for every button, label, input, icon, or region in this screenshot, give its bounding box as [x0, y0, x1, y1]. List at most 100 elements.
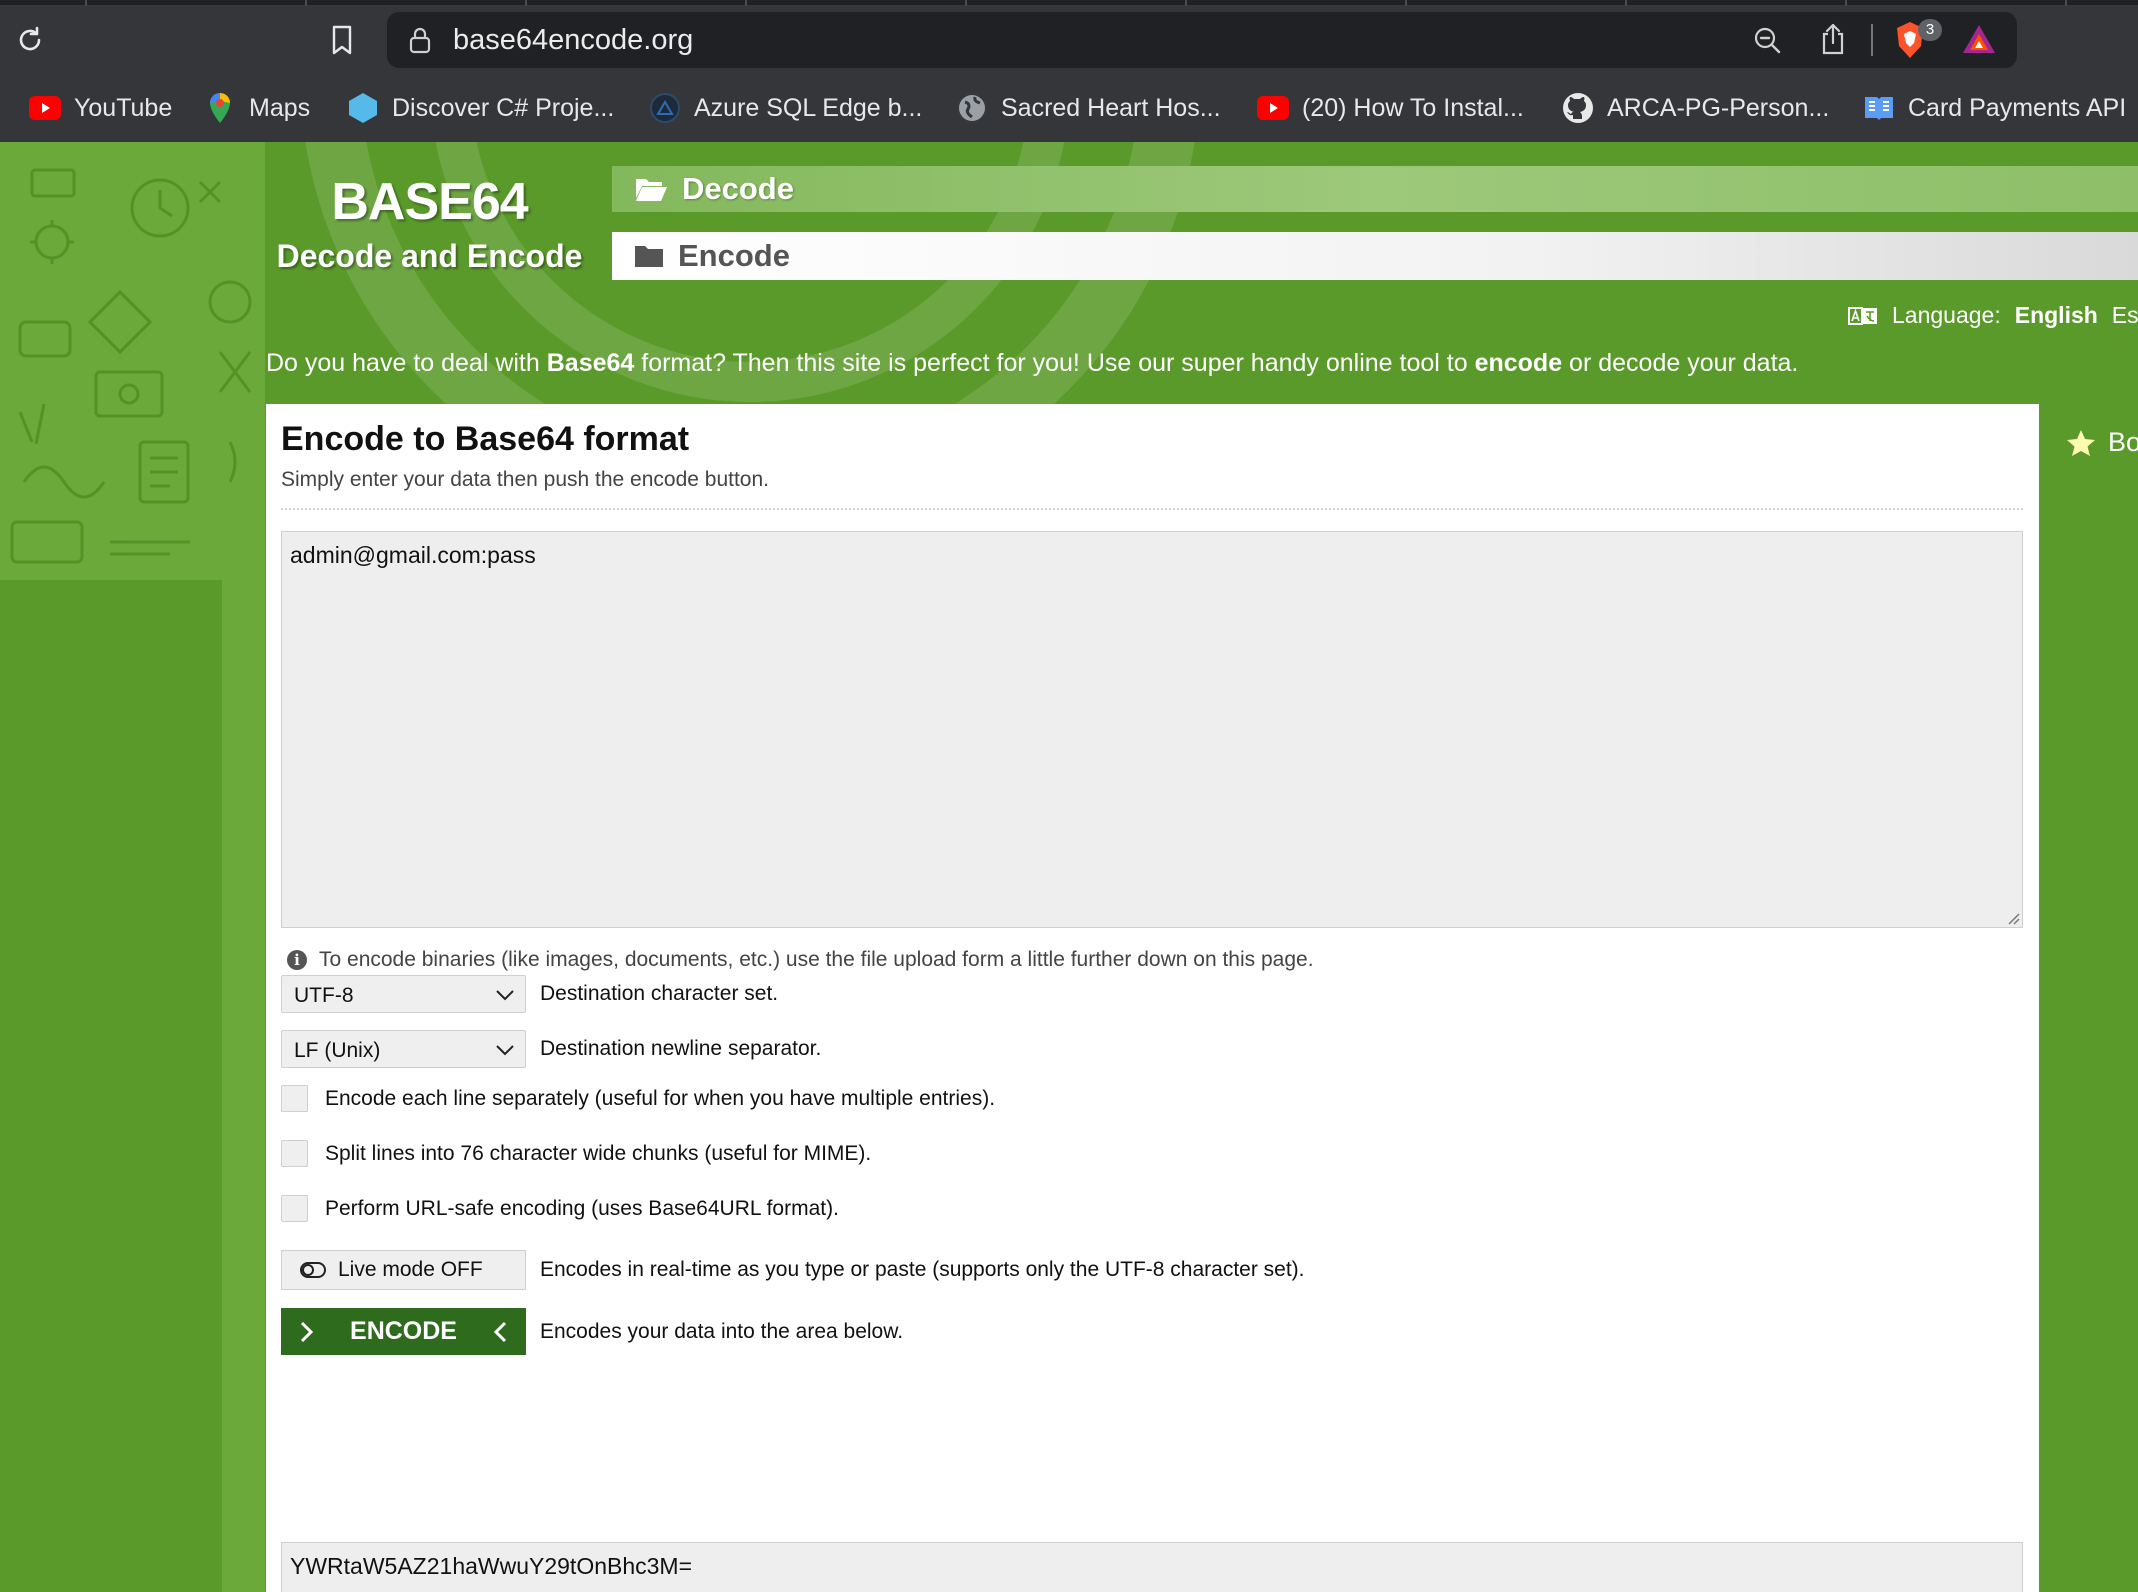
encode-each-line-checkbox[interactable] — [281, 1085, 308, 1112]
site-logo-title[interactable]: BASE64 — [272, 172, 587, 232]
hexagon-icon — [346, 91, 380, 125]
chevron-right-icon — [300, 1321, 314, 1342]
bookmark-icon[interactable] — [328, 24, 356, 56]
encode-button[interactable]: ENCODE — [281, 1308, 526, 1355]
option-row: Split lines into 76 character wide chunk… — [281, 1140, 871, 1167]
bookmark-site-link[interactable]: Bo — [2066, 427, 2138, 458]
chevron-down-icon — [496, 990, 514, 1001]
bookmark-label: Azure SQL Edge b... — [694, 93, 923, 122]
option-label[interactable]: Split lines into 76 character wide chunk… — [325, 1142, 871, 1166]
bookmark-label: YouTube — [74, 93, 173, 122]
translate-icon — [1848, 306, 1877, 325]
divider — [281, 508, 2023, 510]
option-row: Perform URL-safe encoding (uses Base64UR… — [281, 1195, 839, 1222]
web-page: BASE64 Decode and Encode Decode Encode L… — [0, 142, 2138, 1592]
folder-icon — [635, 246, 663, 267]
folder-open-icon — [636, 179, 667, 201]
shields-count-badge: 3 — [1918, 19, 1942, 41]
bookmark-azure-sql-edge[interactable]: Azure SQL Edge b... — [648, 86, 922, 130]
chevron-down-icon — [496, 1045, 514, 1056]
language-switcher: Language: English Es — [1848, 302, 2138, 329]
bookmark-site-label: Bo — [2108, 427, 2138, 457]
newline-label: Destination newline separator. — [540, 1037, 822, 1060]
bookmark-youtube[interactable]: YouTube — [28, 86, 172, 130]
lock-icon — [409, 27, 431, 54]
decorative-doodle-background — [0, 142, 265, 580]
option-label[interactable]: Perform URL-safe encoding (uses Base64UR… — [325, 1197, 839, 1221]
panel-subtitle: Simply enter your data then push the enc… — [281, 468, 769, 491]
intro-part: format? Then this site is perfect for yo… — [634, 349, 1475, 377]
nav-decode-tab[interactable]: Decode — [612, 166, 2138, 212]
nav-encode-tab[interactable]: Encode — [612, 232, 2138, 280]
language-next[interactable]: Es — [2112, 302, 2138, 329]
share-icon[interactable] — [1819, 22, 1847, 56]
azure-icon — [648, 91, 682, 125]
bookmark-maps[interactable]: Maps — [203, 86, 310, 130]
intro-part: or decode your data. — [1562, 349, 1799, 377]
intro-text: Do you have to deal with Base64 format? … — [266, 349, 1798, 378]
github-icon — [1561, 91, 1595, 125]
language-english[interactable]: English — [2015, 302, 2098, 329]
bookmark-arca-pg[interactable]: ARCA-PG-Person... — [1561, 86, 1829, 130]
url-safe-checkbox[interactable] — [281, 1195, 308, 1222]
split-lines-checkbox[interactable] — [281, 1140, 308, 1167]
globe-icon — [955, 91, 989, 125]
charset-select[interactable]: UTF-8 — [281, 975, 526, 1013]
youtube-icon — [28, 91, 62, 125]
charset-row: UTF-8 Destination character set. — [281, 975, 778, 1013]
toolbar-divider — [1871, 24, 1873, 56]
language-label: Language: — [1892, 302, 2001, 328]
bookmark-discover-csharp[interactable]: Discover C# Proje... — [346, 86, 614, 130]
zoom-out-icon[interactable] — [1752, 25, 1782, 55]
decorative-strip — [222, 580, 265, 1592]
charset-label: Destination character set. — [540, 982, 779, 1005]
site-logo-subtitle[interactable]: Decode and Encode — [272, 238, 587, 275]
binary-note: i To encode binaries (like images, docum… — [287, 948, 1314, 972]
star-icon — [2067, 429, 2095, 456]
brave-rewards-icon[interactable] — [1961, 22, 1997, 56]
youtube-icon — [1256, 91, 1290, 125]
chevron-left-icon — [493, 1321, 507, 1342]
bookmarks-bar: YouTube Maps Discover C# Proje... Azure … — [0, 86, 2138, 130]
maps-icon — [203, 91, 237, 125]
resize-grip-icon[interactable] — [2004, 909, 2020, 925]
source-data-input[interactable]: admin@gmail.com:pass — [281, 531, 2023, 928]
encode-description: Encodes your data into the area below. — [540, 1319, 904, 1343]
bookmark-sacred-heart[interactable]: Sacred Heart Hos... — [955, 86, 1221, 130]
tab-strip — [0, 0, 2138, 5]
encode-panel: Encode to Base64 format Simply enter you… — [266, 404, 2039, 1592]
live-mode-row: Live mode OFF Encodes in real-time as yo… — [281, 1250, 1305, 1290]
intro-part: Do you have to deal with — [266, 349, 547, 377]
newline-row: LF (Unix) Destination newline separator. — [281, 1030, 821, 1068]
bookmark-label: ARCA-PG-Person... — [1607, 93, 1830, 122]
reload-icon[interactable] — [14, 24, 46, 56]
browser-chrome: base64encode.org 3 YouTube Maps Discover… — [0, 0, 2138, 142]
toggle-off-icon — [300, 1262, 326, 1278]
live-mode-label: Live mode OFF — [338, 1258, 483, 1281]
bookmark-how-to-install[interactable]: (20) How To Instal... — [1256, 86, 1524, 130]
book-icon — [1862, 91, 1896, 125]
option-row: Encode each line separately (useful for … — [281, 1085, 995, 1112]
newline-select[interactable]: LF (Unix) — [281, 1030, 526, 1068]
bookmark-label: Card Payments API — [1908, 93, 2127, 122]
encoded-output[interactable]: YWRtaW5AZ21haWwuY29tOnBhc3M= — [281, 1542, 2023, 1592]
bookmark-card-payments[interactable]: Card Payments API — [1862, 86, 2126, 130]
bookmark-label: Sacred Heart Hos... — [1001, 93, 1221, 122]
live-mode-description: Encodes in real-time as you type or past… — [540, 1258, 1305, 1281]
binary-note-text: To encode binaries (like images, documen… — [319, 948, 1314, 971]
charset-value: UTF-8 — [294, 984, 354, 1007]
address-bar[interactable]: base64encode.org 3 — [387, 12, 2017, 68]
live-mode-toggle[interactable]: Live mode OFF — [281, 1250, 526, 1290]
bookmark-label: Discover C# Proje... — [392, 93, 615, 122]
bookmark-label: (20) How To Instal... — [1302, 93, 1524, 122]
panel-title: Encode to Base64 format — [281, 420, 690, 458]
encode-row: ENCODE Encodes your data into the area b… — [281, 1308, 903, 1355]
nav-decode-label: Decode — [682, 171, 794, 206]
nav-encode-label: Encode — [678, 238, 790, 273]
url-text[interactable]: base64encode.org — [453, 24, 693, 57]
option-label[interactable]: Encode each line separately (useful for … — [325, 1087, 995, 1111]
encode-button-label: ENCODE — [350, 1317, 457, 1345]
bookmark-label: Maps — [249, 93, 311, 122]
info-icon: i — [287, 950, 307, 970]
intro-bold: encode — [1474, 349, 1563, 377]
